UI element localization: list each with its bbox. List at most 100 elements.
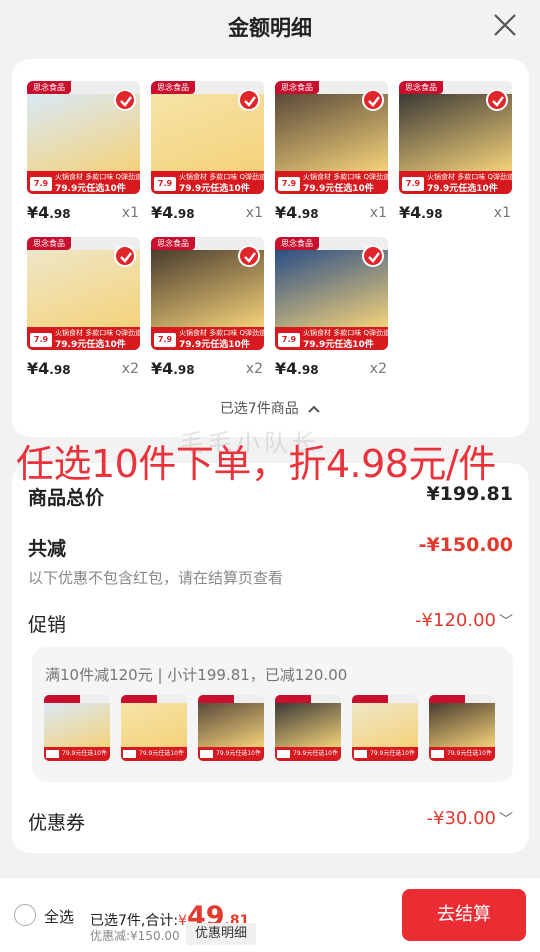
brand-tag: 思念食品 [399, 81, 443, 94]
checked-icon[interactable] [238, 245, 260, 267]
promo-thumbnail: 79.9元任选10件 [275, 695, 341, 761]
discount-note: 以下优惠不包含红包，请在结算页查看 [28, 569, 284, 587]
price-dec: .98 [297, 207, 319, 221]
brand-tag: 思念食品 [27, 81, 71, 94]
product-item[interactable]: 思念食品 7.9 火锅食材 多款口味 Q弹劲道 79.9元任选10件 ¥4.98… [399, 81, 514, 226]
product-item[interactable]: 思念食品 7.9 火锅食材 多款口味 Q弹劲道 79.9元任选10件 ¥4.98… [151, 81, 266, 226]
promo-thumbnail: 79.9元任选10件 [429, 695, 495, 761]
product-qty: x2 [245, 361, 263, 377]
product-item[interactable]: 思念食品 7.9 火锅食材 多款口味 Q弹劲道 79.9元任选10件 ¥4.98… [275, 81, 390, 226]
brand-tag: 思念食品 [151, 81, 195, 94]
select-all-radio[interactable] [14, 904, 36, 926]
promo-price: 7.9 [30, 177, 52, 191]
promo-price: 7.9 [30, 333, 52, 347]
product-image: 思念食品 7.9 火锅食材 多款口味 Q弹劲道 79.9元任选10件 [151, 237, 264, 350]
promo-band-bottom: 79.9元任选10件 [179, 340, 250, 350]
promo-band-bottom: 79.9元任选10件 [303, 340, 374, 350]
product-image: 思念食品 7.9 火锅食材 多款口味 Q弹劲道 79.9元任选10件 [27, 81, 140, 194]
coupon-label: 优惠券 [28, 812, 86, 834]
selected-items-card: 思念食品 7.9 火锅食材 多款口味 Q弹劲道 79.9元任选10件 ¥4.98… [12, 59, 529, 437]
promo-band-text: 79.9元任选10件 [62, 750, 107, 757]
promo-band-text: 79.9元任选10件 [447, 750, 492, 757]
checked-icon[interactable] [362, 89, 384, 111]
promo-band-bottom: 79.9元任选10件 [55, 184, 126, 194]
coupon-dropdown[interactable]: -¥30.00 ﹀ [427, 808, 513, 829]
price-int: 4 [162, 203, 174, 222]
promo-price: 7.9 [154, 177, 176, 191]
brand-tag: 思念食品 [275, 237, 319, 250]
promo-thumbnail: 79.9元任选10件 [121, 695, 187, 761]
promo-band: 79.9元任选10件 [198, 747, 264, 761]
chevron-up-icon [308, 405, 320, 413]
product-image: 思念食品 7.9 火锅食材 多款口味 Q弹劲道 79.9元任选10件 [27, 237, 140, 350]
promo-price: 7.9 [278, 177, 300, 191]
promo-band-text: 79.9元任选10件 [293, 750, 338, 757]
promo-detail-box: 满10件减120元 | 小计199.81，已减120.00 79.9元任选10件… [32, 647, 513, 782]
selected-items-toggle[interactable]: 已选7件商品 [12, 398, 529, 418]
close-icon[interactable] [492, 12, 518, 38]
promo-band: 7.9 火锅食材 多款口味 Q弹劲道 79.9元任选10件 [275, 171, 388, 194]
checked-icon[interactable] [114, 89, 136, 111]
promo-band: 79.9元任选10件 [44, 747, 110, 761]
product-item[interactable]: 思念食品 7.9 火锅食材 多款口味 Q弹劲道 79.9元任选10件 ¥4.98… [27, 237, 142, 382]
price-breakdown-card: 商品总价 ¥199.81 共减 -¥150.00 以下优惠不包含红包，请在结算页… [12, 463, 529, 853]
product-item[interactable]: 思念食品 7.9 火锅食材 多款口味 Q弹劲道 79.9元任选10件 ¥4.98… [27, 81, 142, 226]
promo-band: 79.9元任选10件 [121, 747, 187, 761]
price-dec: .98 [49, 207, 71, 221]
price-symbol: ¥ [151, 203, 163, 222]
checkout-button[interactable]: 去结算 [402, 889, 526, 941]
saved-amount: 优惠减:¥150.00 [90, 929, 180, 943]
brand-tag [352, 695, 388, 703]
promo-band: 7.9 火锅食材 多款口味 Q弹劲道 79.9元任选10件 [27, 327, 140, 350]
product-qty: x2 [369, 361, 387, 377]
discount-detail-button[interactable]: 优惠明细 [186, 923, 257, 945]
product-price: ¥4.98 [399, 203, 443, 222]
product-image: 思念食品 7.9 火锅食材 多款口味 Q弹劲道 79.9元任选10件 [275, 81, 388, 194]
price-symbol: ¥ [151, 359, 163, 378]
price-symbol: ¥ [27, 359, 39, 378]
promo-band-bottom: 79.9元任选10件 [303, 184, 374, 194]
price-symbol: ¥ [27, 203, 39, 222]
checked-icon[interactable] [486, 89, 508, 111]
product-item[interactable]: 思念食品 7.9 火锅食材 多款口味 Q弹劲道 79.9元任选10件 ¥4.98… [275, 237, 390, 382]
thumbnail-photo [275, 703, 341, 747]
price-symbol: ¥ [275, 359, 287, 378]
brand-tag [44, 695, 80, 703]
product-price: ¥4.98 [27, 203, 71, 222]
product-item[interactable]: 思念食品 7.9 火锅食材 多款口味 Q弹劲道 79.9元任选10件 ¥4.98… [151, 237, 266, 382]
checked-icon[interactable] [362, 245, 384, 267]
promo-band: 79.9元任选10件 [352, 747, 418, 761]
product-qty: x1 [121, 205, 139, 221]
brand-tag: 思念食品 [151, 237, 195, 250]
promo-detail-text: 满10件减120元 | 小计199.81，已减120.00 [45, 666, 348, 684]
checked-icon[interactable] [238, 89, 260, 111]
coupon-value: -¥30.00 [426, 808, 496, 829]
brand-tag: 思念食品 [275, 81, 319, 94]
product-price: ¥4.98 [275, 359, 319, 378]
promo-dropdown[interactable]: -¥120.00 ﹀ [415, 610, 513, 631]
promo-price: 7.9 [154, 333, 176, 347]
select-all-label[interactable]: 全选 [44, 906, 74, 927]
product-qty: x1 [245, 205, 263, 221]
price-int: 4 [286, 203, 298, 222]
promo-band-text: 79.9元任选10件 [216, 750, 261, 757]
product-qty: x1 [369, 205, 387, 221]
price-int: 4 [286, 359, 298, 378]
price-dec: .98 [421, 207, 443, 221]
brand-tag [429, 695, 465, 703]
product-price: ¥4.98 [27, 359, 71, 378]
promo-band-text: 79.9元任选10件 [370, 750, 415, 757]
promo-band: 7.9 火锅食材 多款口味 Q弹劲道 79.9元任选10件 [151, 327, 264, 350]
discount-value: -¥150.00 [418, 534, 513, 556]
brand-tag [275, 695, 311, 703]
checked-icon[interactable] [114, 245, 136, 267]
promo-band-text: 79.9元任选10件 [139, 750, 184, 757]
price-dec: .98 [173, 207, 195, 221]
promo-price: 7.9 [278, 333, 300, 347]
header: 金额明细 [0, 0, 540, 52]
product-image: 思念食品 7.9 火锅食材 多款口味 Q弹劲道 79.9元任选10件 [151, 81, 264, 194]
brand-tag: 思念食品 [27, 237, 71, 250]
brand-tag [121, 695, 157, 703]
product-image: 思念食品 7.9 火锅食材 多款口味 Q弹劲道 79.9元任选10件 [399, 81, 512, 194]
page-title: 金额明细 [228, 16, 312, 40]
